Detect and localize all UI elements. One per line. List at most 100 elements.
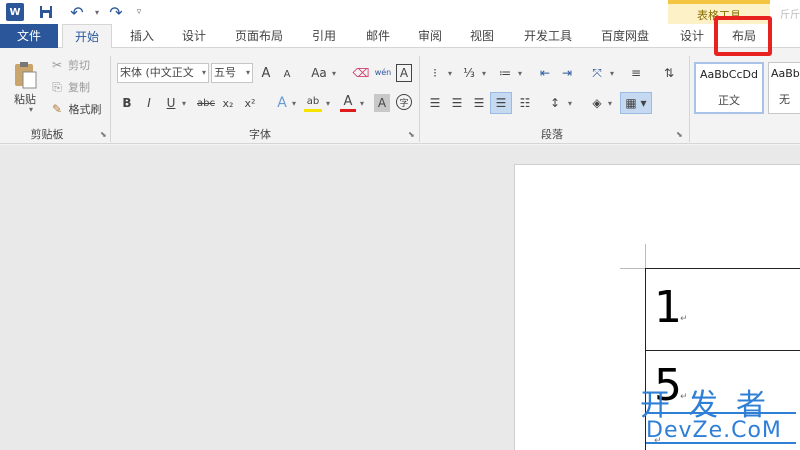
- tab-references[interactable]: 引用: [302, 24, 346, 48]
- title-bar: W ↶ ▾ ↷ ▿ 表格工具 斤斤: [0, 0, 800, 24]
- font-color-button[interactable]: A: [340, 94, 356, 112]
- multilevel-dropdown-icon[interactable]: ▾: [516, 64, 524, 82]
- borders-icon[interactable]: ▦ ▾: [620, 92, 652, 114]
- copy-icon[interactable]: ⎘: [50, 80, 64, 94]
- table-cell-1[interactable]: 1: [654, 286, 682, 330]
- table-tools-context-label: 表格工具: [668, 0, 770, 24]
- cut-icon[interactable]: ✂: [50, 58, 64, 72]
- increase-indent-icon[interactable]: ⇥: [558, 64, 576, 82]
- highlight-dropdown-icon[interactable]: ▾: [324, 94, 332, 112]
- paragraph-launcher-icon[interactable]: ⬊: [676, 130, 683, 139]
- character-border-button[interactable]: A: [396, 64, 412, 82]
- text-effects-button[interactable]: A: [274, 94, 290, 112]
- shrink-font-button[interactable]: A: [280, 66, 294, 82]
- underline-button[interactable]: U: [164, 94, 178, 112]
- tab-view[interactable]: 视图: [460, 24, 504, 48]
- line-spacing-button-icon[interactable]: ↕: [546, 94, 564, 112]
- align-center-icon[interactable]: ☰: [448, 94, 466, 112]
- decrease-indent-icon[interactable]: ⇤: [536, 64, 554, 82]
- save-icon[interactable]: [38, 3, 54, 21]
- enclose-characters-button[interactable]: 字: [396, 94, 412, 110]
- character-shading-button[interactable]: A: [374, 94, 390, 112]
- redo-icon[interactable]: ↷: [106, 3, 126, 22]
- numbering-icon[interactable]: ⅓: [460, 64, 478, 82]
- undo-icon[interactable]: ↶: [66, 3, 88, 22]
- clipboard-group-label: 剪贴板: [30, 128, 64, 141]
- change-case-dropdown-icon[interactable]: ▾: [330, 64, 338, 82]
- change-case-button[interactable]: Aa: [308, 64, 330, 82]
- style-no-spacing-label: 无: [779, 93, 790, 106]
- shading-dropdown-icon[interactable]: ▾: [606, 94, 614, 112]
- undo-dropdown-icon[interactable]: ▾: [92, 3, 102, 21]
- ribbon-tabs: 文件 开始 插入 设计 页面布局 引用 邮件 审阅 视图 开发工具 百度网盘 设…: [0, 24, 800, 49]
- grow-font-button[interactable]: A: [258, 64, 274, 82]
- tab-table-layout[interactable]: 布局: [722, 24, 766, 48]
- paste-dropdown-icon[interactable]: ▾: [26, 104, 36, 114]
- paragraph-mark: ↵: [680, 314, 688, 324]
- word-logo-icon: W: [6, 3, 24, 21]
- numbering-dropdown-icon[interactable]: ▾: [480, 64, 488, 82]
- group-separator: [419, 56, 420, 142]
- sort-icon[interactable]: ⇅: [660, 64, 678, 82]
- tab-baidu-netdisk[interactable]: 百度网盘: [592, 24, 658, 48]
- font-size-combo[interactable]: 五号 ▾: [211, 63, 253, 83]
- style-normal-card[interactable]: AaBbCcDd 正文: [694, 62, 764, 114]
- style-normal-label: 正文: [718, 94, 740, 107]
- multilevel-list-icon[interactable]: ≔: [496, 64, 514, 82]
- margin-guide-vertical: [645, 244, 646, 269]
- phonetic-guide-button[interactable]: wén: [373, 62, 393, 82]
- watermark-site: DevZe.CoM: [646, 418, 782, 443]
- distributed-icon[interactable]: ☷: [516, 94, 534, 112]
- chinese-layout-icon[interactable]: ⤧: [588, 64, 606, 82]
- text-effects-dropdown-icon[interactable]: ▾: [290, 94, 298, 112]
- font-color-dropdown-icon[interactable]: ▾: [358, 94, 366, 112]
- subscript-button[interactable]: x₂: [220, 94, 236, 112]
- tab-mailings[interactable]: 邮件: [356, 24, 400, 48]
- clipboard-launcher-icon[interactable]: ⬊: [100, 130, 107, 139]
- highlight-button[interactable]: ab: [304, 94, 322, 112]
- cut-button[interactable]: 剪切: [66, 58, 92, 72]
- font-size-dropdown-icon[interactable]: ▾: [246, 64, 250, 82]
- copy-button[interactable]: 复制: [66, 80, 92, 94]
- font-group-label: 字体: [249, 128, 271, 141]
- format-painter-button[interactable]: 格式刷: [66, 102, 104, 116]
- style-no-spacing-card[interactable]: AaBb 无: [768, 62, 800, 114]
- table-row-border: [645, 350, 800, 351]
- font-name-dropdown-icon[interactable]: ▾: [202, 64, 206, 82]
- format-painter-icon[interactable]: ✎: [50, 102, 64, 116]
- paste-button[interactable]: 粘贴: [8, 92, 42, 106]
- tab-review[interactable]: 审阅: [408, 24, 452, 48]
- bullets-dropdown-icon[interactable]: ▾: [446, 64, 454, 82]
- tab-design[interactable]: 设计: [172, 24, 216, 48]
- italic-button[interactable]: I: [142, 94, 156, 112]
- align-right-icon[interactable]: ☰: [470, 94, 488, 112]
- tab-file[interactable]: 文件: [0, 24, 58, 48]
- strikethrough-button[interactable]: abc: [196, 94, 216, 112]
- font-name-combo[interactable]: 宋体 (中文正文 ▾: [117, 63, 209, 83]
- customize-quick-access-icon[interactable]: ▿: [134, 3, 144, 21]
- group-separator: [110, 56, 111, 142]
- font-name-value: 宋体 (中文正文: [120, 66, 194, 79]
- align-left-icon[interactable]: ☰: [426, 94, 444, 112]
- clear-formatting-icon[interactable]: ⌫: [352, 64, 370, 82]
- shading-icon[interactable]: ◈: [588, 94, 606, 112]
- justify-icon[interactable]: ☰: [490, 92, 512, 114]
- font-launcher-icon[interactable]: ⬊: [408, 130, 415, 139]
- tab-home[interactable]: 开始: [62, 24, 112, 49]
- tab-developer[interactable]: 开发工具: [514, 24, 582, 48]
- tab-table-design[interactable]: 设计: [670, 24, 714, 48]
- font-size-value: 五号: [214, 66, 236, 79]
- watermark-underline: [646, 442, 796, 444]
- line-spacing-icon[interactable]: ≡: [628, 64, 644, 82]
- tab-page-layout[interactable]: 页面布局: [226, 24, 292, 48]
- tab-insert[interactable]: 插入: [120, 24, 164, 48]
- paragraph-group-label: 段落: [541, 128, 563, 141]
- style-normal-preview: AaBbCcDd: [700, 68, 758, 81]
- chinese-layout-dropdown-icon[interactable]: ▾: [608, 64, 616, 82]
- paste-icon[interactable]: [12, 60, 38, 90]
- line-spacing-dropdown-icon[interactable]: ▾: [566, 94, 574, 112]
- bullets-icon[interactable]: ⁝: [426, 64, 444, 82]
- bold-button[interactable]: B: [120, 94, 134, 112]
- underline-dropdown-icon[interactable]: ▾: [180, 94, 188, 112]
- superscript-button[interactable]: x²: [242, 94, 258, 112]
